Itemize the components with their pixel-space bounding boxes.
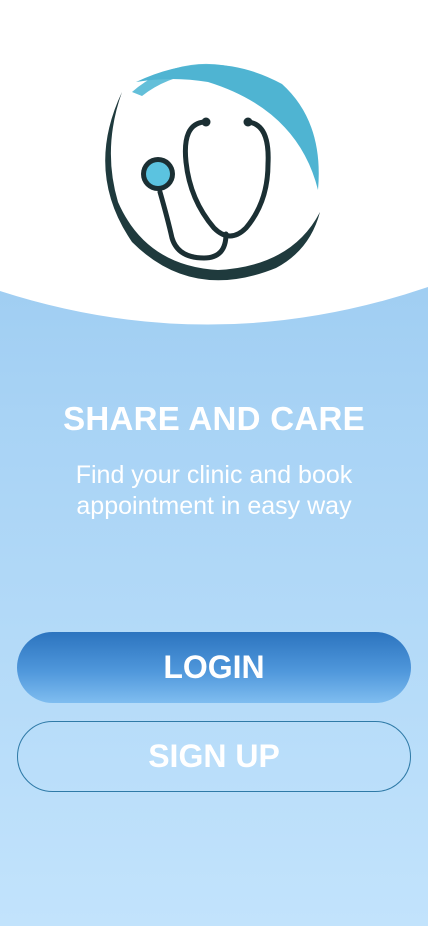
login-button[interactable]: LOGIN	[17, 632, 411, 703]
app-subtitle: Find your clinic and book appointment in…	[75, 461, 353, 520]
login-button-label: LOGIN	[163, 649, 265, 685]
signup-button-label: SIGN UP	[148, 738, 280, 774]
app-title: SHARE AND CARE	[63, 400, 365, 437]
signup-button[interactable]: SIGN UP	[17, 721, 411, 792]
stethoscope-logo-icon	[105, 63, 320, 281]
